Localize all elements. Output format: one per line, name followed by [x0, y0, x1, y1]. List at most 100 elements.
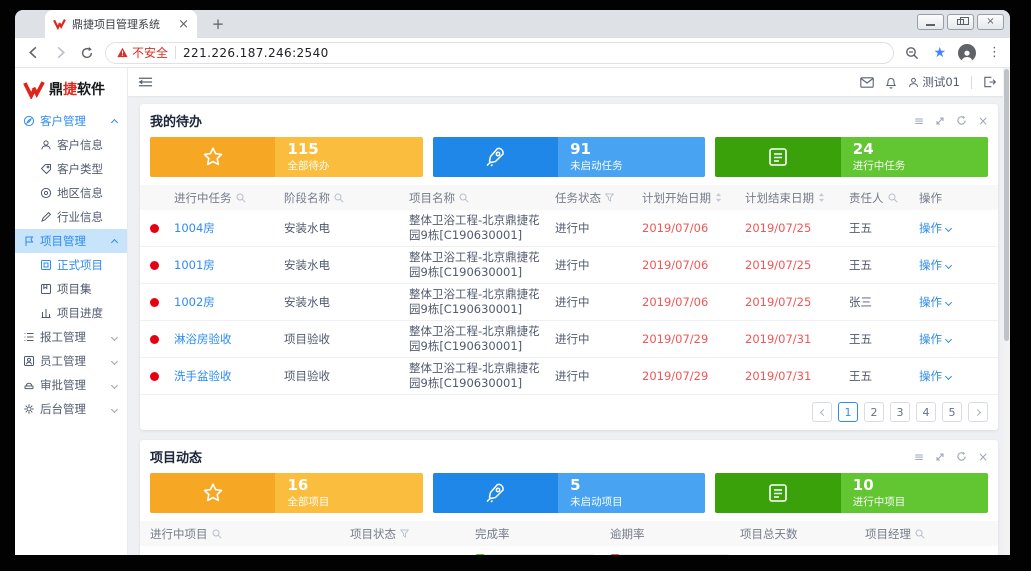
user-menu[interactable]: 测试01	[908, 74, 960, 90]
sidebar-item-work-report-mgmt[interactable]: 报工管理	[15, 325, 127, 349]
stat-card-in-progress-tasks[interactable]: 24进行中任务	[715, 137, 988, 177]
profile-avatar[interactable]	[958, 44, 976, 62]
page-scrollbar[interactable]	[1003, 68, 1010, 555]
bookmark-star-icon[interactable]: ★	[933, 45, 946, 61]
panel-refresh-icon[interactable]	[956, 451, 967, 462]
chevron-right-icon	[973, 408, 980, 415]
panel-refresh-icon[interactable]	[956, 115, 967, 126]
filter-icon	[400, 529, 409, 538]
action-dropdown[interactable]: 操作	[919, 220, 953, 236]
sidebar-item-region-info[interactable]: 地区信息	[15, 181, 127, 205]
search-icon	[236, 193, 246, 203]
col-header-end-date[interactable]: 计划结束日期	[745, 190, 849, 206]
pagination-page-button[interactable]: 4	[916, 402, 936, 422]
reload-button[interactable]	[78, 44, 96, 62]
sidebar-item-industry-info[interactable]: 行业信息	[15, 205, 127, 229]
sidebar-item-formal-projects[interactable]: 正式项目	[15, 253, 127, 277]
col-header-project[interactable]: 进行中项目	[140, 526, 350, 542]
sort-icon	[715, 192, 722, 203]
project-cell: 整体卫浴工程-北京鼎捷花园9栋[C190630001]	[409, 361, 555, 391]
sidebar-item-project-mgmt[interactable]: 项目管理	[15, 229, 127, 253]
sidebar-item-customer-type[interactable]: 客户类型	[15, 157, 127, 181]
owner-cell: 王五	[849, 220, 919, 236]
project-cell: 整体卫浴工程-北京鼎捷花园9栋[C190630001]	[409, 213, 555, 243]
window-close-button[interactable]: ×	[977, 14, 1004, 30]
sidebar-item-customer-info[interactable]: 客户信息	[15, 133, 127, 157]
stat-card-all-todo[interactable]: 115全部待办	[150, 137, 423, 177]
window-restore-button[interactable]	[947, 14, 974, 30]
col-header-owner[interactable]: 责任人	[849, 190, 919, 206]
panel-close-icon[interactable]: ×	[978, 451, 988, 463]
pagination-page-button[interactable]: 1	[838, 402, 858, 422]
col-header-status[interactable]: 任务状态	[555, 190, 642, 206]
task-link[interactable]: 1001房	[174, 258, 215, 272]
chevron-down-icon	[111, 357, 118, 364]
panel-menu-icon[interactable]: ≡	[914, 451, 924, 463]
url-text: 221.226.187.246:2540	[183, 46, 329, 60]
pagination-page-button[interactable]: 5	[942, 402, 962, 422]
stat-card-not-started-tasks[interactable]: 91未启动任务	[433, 137, 706, 177]
stat-cards: 115全部待办 91未启动任务 24进行中任务	[140, 135, 998, 177]
tab-close-icon[interactable]: ×	[178, 18, 189, 31]
action-dropdown[interactable]: 操作	[919, 294, 953, 310]
col-header-manager[interactable]: 项目经理	[865, 526, 998, 542]
col-header-status[interactable]: 项目状态	[350, 526, 475, 542]
task-list-icon	[715, 473, 840, 513]
tab-title: 鼎捷项目管理系统	[72, 16, 172, 32]
zoom-icon[interactable]	[903, 44, 921, 62]
bell-icon[interactable]	[885, 76, 897, 89]
task-link[interactable]: 1004房	[174, 221, 215, 235]
col-header-project[interactable]: 项目名称	[409, 190, 555, 206]
forward-button[interactable]	[51, 44, 69, 62]
col-header-stage[interactable]: 阶段名称	[284, 190, 409, 206]
sidebar-item-customer-mgmt[interactable]: 客户管理	[15, 109, 127, 133]
new-tab-button[interactable]: +	[209, 15, 227, 33]
stat-card-not-started-projects[interactable]: 5未启动项目	[433, 473, 706, 513]
tag-icon	[40, 163, 52, 175]
back-button[interactable]	[24, 44, 42, 62]
address-bar[interactable]: 不安全 221.226.187.246:2540	[105, 42, 894, 64]
collapse-sidebar-icon[interactable]	[138, 76, 153, 88]
sidebar-item-project-collection[interactable]: 项目集	[15, 277, 127, 301]
days-cell: 25天	[740, 555, 865, 556]
panel-menu-icon[interactable]: ≡	[914, 115, 924, 127]
sidebar-item-project-progress[interactable]: 项目进度	[15, 301, 127, 325]
col-header-task[interactable]: 进行中任务	[174, 190, 284, 206]
sidebar-item-backend-mgmt[interactable]: 后台管理	[15, 397, 127, 421]
security-warning[interactable]: 不安全	[117, 44, 168, 61]
star-icon	[150, 137, 275, 177]
scrollbar-thumb[interactable]	[1004, 69, 1009, 341]
action-dropdown[interactable]: 操作	[919, 368, 953, 384]
col-header-total-days: 项目总天数	[740, 526, 865, 542]
action-dropdown[interactable]: 操作	[919, 257, 953, 273]
table-header-row: 进行中项目 项目状态 完成率 逾期率 项目总天数 项目经理	[140, 521, 998, 546]
task-link[interactable]: 1002房	[174, 295, 215, 309]
sidebar-item-employee-mgmt[interactable]: 员工管理	[15, 349, 127, 373]
logout-icon[interactable]	[983, 76, 996, 88]
panel-expand-icon[interactable]	[935, 116, 945, 126]
browser-tab[interactable]: 鼎捷项目管理系统 ×	[45, 10, 197, 38]
filter-icon	[605, 193, 614, 202]
chevron-up-icon	[111, 119, 118, 126]
browser-menu-icon[interactable]: ⋮	[988, 45, 1001, 60]
pagination-page-button[interactable]: 2	[864, 402, 884, 422]
pagination-next-button[interactable]	[968, 402, 988, 422]
logo-mark-icon	[23, 80, 45, 99]
chevron-down-icon	[945, 261, 952, 268]
panel-close-icon[interactable]: ×	[978, 115, 988, 127]
window-minimize-button[interactable]	[917, 14, 944, 30]
task-link[interactable]: 洗手盆验收	[174, 369, 232, 383]
pagination-page-button[interactable]: 3	[890, 402, 910, 422]
col-header-start-date[interactable]: 计划开始日期	[642, 190, 745, 206]
pagination-prev-button[interactable]	[812, 402, 832, 422]
mail-icon[interactable]	[860, 77, 874, 88]
sidebar-item-approval-mgmt[interactable]: 审批管理	[15, 373, 127, 397]
panel-expand-icon[interactable]	[935, 452, 945, 462]
toolbar-right: ★ ⋮	[903, 44, 1001, 62]
action-dropdown[interactable]: 操作	[919, 331, 953, 347]
stat-card-all-projects[interactable]: 16全部项目	[150, 473, 423, 513]
stat-card-in-progress-projects[interactable]: 10进行中项目	[715, 473, 988, 513]
bar-chart-icon	[40, 307, 52, 319]
stat-label: 未启动项目	[570, 494, 705, 509]
task-link[interactable]: 淋浴房验收	[174, 332, 232, 346]
